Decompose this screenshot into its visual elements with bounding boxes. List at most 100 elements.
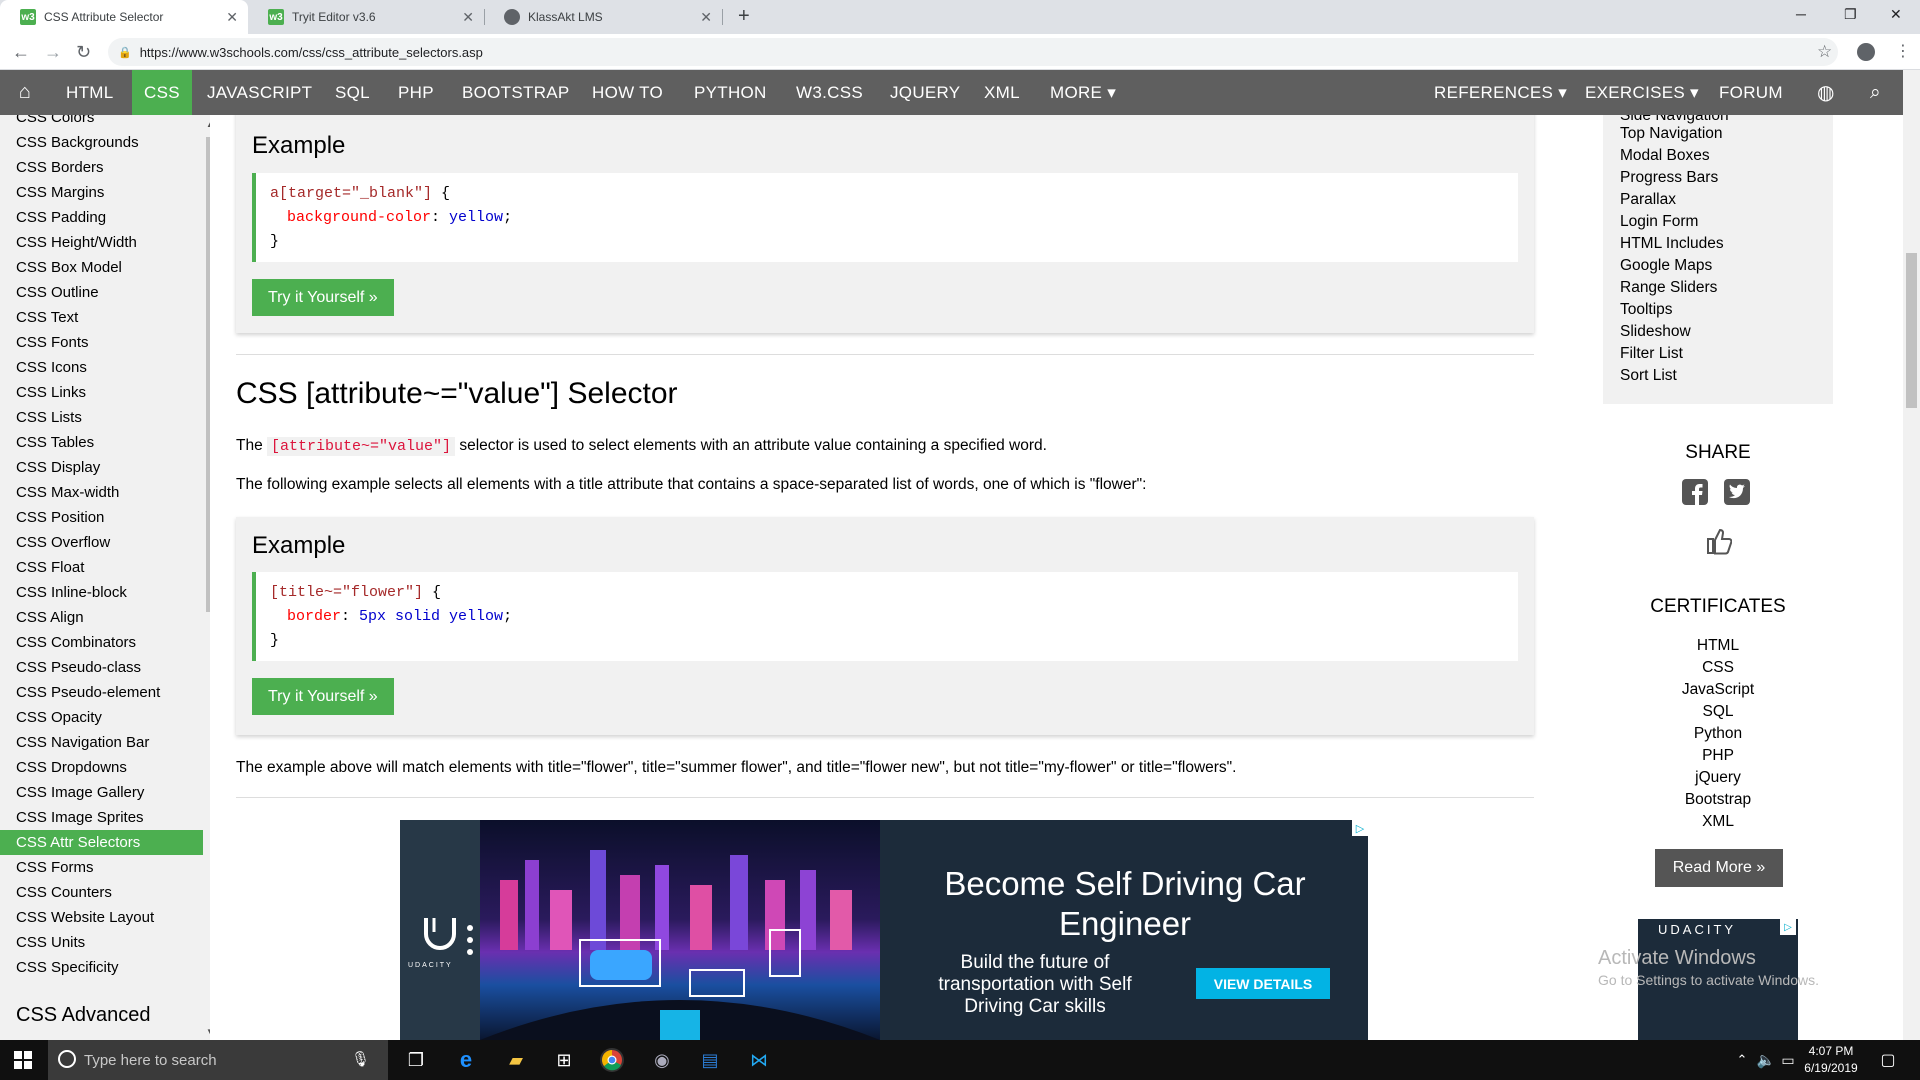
sidebar-item-css-float[interactable]: CSS Float	[0, 555, 203, 580]
certificate-link-python[interactable]: Python	[1603, 725, 1833, 743]
nav-php[interactable]: PHP	[386, 70, 446, 115]
sidebar-item-css-max-width[interactable]: CSS Max-width	[0, 480, 203, 505]
globe-icon[interactable]: ◍	[1805, 70, 1847, 115]
nav-jquery[interactable]: JQUERY	[878, 70, 972, 115]
new-tab-icon[interactable]: +	[738, 5, 750, 28]
page-scrollbar[interactable]	[1903, 70, 1920, 1040]
store-icon[interactable]: ⊞	[552, 1048, 576, 1072]
url-input[interactable]: 🔒 https://www.w3schools.com/css/css_attr…	[108, 38, 1838, 66]
nav-bootstrap[interactable]: BOOTSTRAP	[450, 70, 582, 115]
howto-link-progress-bars[interactable]: Progress Bars	[1620, 169, 1718, 187]
sidebar-item-css-overflow[interactable]: CSS Overflow	[0, 530, 203, 555]
certificate-link-css[interactable]: CSS	[1603, 659, 1833, 677]
howto-link-side-navigation[interactable]: Side Navigation	[1620, 115, 1729, 125]
tab-tryit-editor[interactable]: w3 Tryit Editor v3.6 ✕	[248, 0, 485, 34]
nav-exercises[interactable]: EXERCISES ▾	[1573, 70, 1711, 115]
task-view-icon[interactable]: ❐	[404, 1048, 428, 1072]
howto-link-range-sliders[interactable]: Range Sliders	[1620, 279, 1717, 297]
sidebar-item-css-links[interactable]: CSS Links	[0, 380, 203, 405]
twitter-icon[interactable]	[1724, 479, 1750, 505]
nav-python[interactable]: PYTHON	[682, 70, 779, 115]
sidebar-item-css-pseudo-element[interactable]: CSS Pseudo-element	[0, 680, 203, 705]
nav-how-to[interactable]: HOW TO	[580, 70, 675, 115]
sidebar-item-css-counters[interactable]: CSS Counters	[0, 880, 203, 905]
sidebar-item-css-backgrounds[interactable]: CSS Backgrounds	[0, 130, 203, 155]
certificate-link-xml[interactable]: XML	[1603, 813, 1833, 831]
sidebar-item-css-image-gallery[interactable]: CSS Image Gallery	[0, 780, 203, 805]
nav-sql[interactable]: SQL	[323, 70, 382, 115]
sidebar-item-css-text[interactable]: CSS Text	[0, 305, 203, 330]
sidebar-item-css-align[interactable]: CSS Align	[0, 605, 203, 630]
word-document-icon[interactable]: ▤	[698, 1048, 722, 1072]
nav-html[interactable]: HTML	[54, 70, 125, 115]
vscode-icon[interactable]: ⋈	[747, 1048, 771, 1072]
howto-link-parallax[interactable]: Parallax	[1620, 191, 1676, 209]
sidebar-item-css-pseudo-class[interactable]: CSS Pseudo-class	[0, 655, 203, 680]
nav-javascript[interactable]: JAVASCRIPT	[195, 70, 324, 115]
nav-xml[interactable]: XML	[972, 70, 1032, 115]
howto-link-top-navigation[interactable]: Top Navigation	[1620, 125, 1723, 143]
close-tab-icon[interactable]: ✕	[226, 9, 238, 26]
sidebar-item-css-tables[interactable]: CSS Tables	[0, 430, 203, 455]
sidebar-item-css-attr-selectors[interactable]: CSS Attr Selectors	[0, 830, 203, 855]
show-hidden-icons-icon[interactable]: ⌃	[1730, 1048, 1754, 1072]
ad-choices-icon[interactable]: ▷	[1352, 820, 1368, 836]
sidebar-item-css-dropdowns[interactable]: CSS Dropdowns	[0, 755, 203, 780]
view-details-button[interactable]: VIEW DETAILS	[1196, 968, 1330, 999]
account-avatar-icon[interactable]	[1857, 43, 1875, 61]
edge-icon[interactable]: e	[454, 1047, 478, 1072]
sidebar-item-css-icons[interactable]: CSS Icons	[0, 355, 203, 380]
close-window-icon[interactable]: ✕	[1890, 6, 1902, 23]
microphone-icon[interactable]: 🎙	[351, 1050, 370, 1068]
reload-icon[interactable]: ↻	[76, 42, 91, 63]
sidebar-item-css-navigation-bar[interactable]: CSS Navigation Bar	[0, 730, 203, 755]
sidebar-item-css-opacity[interactable]: CSS Opacity	[0, 705, 203, 730]
sidebar-item-css-combinators[interactable]: CSS Combinators	[0, 630, 203, 655]
howto-link-modal-boxes[interactable]: Modal Boxes	[1620, 147, 1710, 165]
howto-link-google-maps[interactable]: Google Maps	[1620, 257, 1712, 275]
action-center-icon[interactable]: ▢	[1876, 1048, 1900, 1072]
sidebar-item-css-specificity[interactable]: CSS Specificity	[0, 955, 203, 980]
page-scrollbar-thumb[interactable]	[1906, 253, 1917, 408]
volume-icon[interactable]: 🔈	[1754, 1048, 1778, 1072]
sidebar-item-css-position[interactable]: CSS Position	[0, 505, 203, 530]
udacity-ad-banner[interactable]: UDACITY Become Self Driving Car Engineer…	[400, 820, 1368, 1040]
sidebar-item-css-box-model[interactable]: CSS Box Model	[0, 255, 203, 280]
chrome-icon[interactable]	[600, 1048, 624, 1072]
close-tab-icon[interactable]: ✕	[700, 9, 712, 26]
sidebar-item-css-display[interactable]: CSS Display	[0, 455, 203, 480]
sidebar-item-css-padding[interactable]: CSS Padding	[0, 205, 203, 230]
windows-start-icon[interactable]	[14, 1051, 32, 1069]
sidebar-item-css-image-sprites[interactable]: CSS Image Sprites	[0, 805, 203, 830]
sidebar-item-css-colors[interactable]: CSS Colors	[0, 115, 203, 130]
minimize-icon[interactable]: ─	[1796, 6, 1806, 22]
ad-choices-icon[interactable]: ▷	[1780, 919, 1796, 935]
tab-klassakt-lms[interactable]: KlassAkt LMS ✕	[484, 0, 723, 34]
back-arrow-icon[interactable]: ←	[12, 42, 30, 63]
nav-references[interactable]: REFERENCES ▾	[1422, 70, 1579, 115]
tab-css-attribute-selector[interactable]: w3 CSS Attribute Selector ✕	[0, 0, 248, 34]
certificate-link-html[interactable]: HTML	[1603, 637, 1833, 655]
certificate-link-php[interactable]: PHP	[1603, 747, 1833, 765]
nav-css[interactable]: CSS	[132, 70, 192, 115]
howto-link-slideshow[interactable]: Slideshow	[1620, 323, 1691, 341]
file-explorer-icon[interactable]: ▰	[504, 1048, 528, 1072]
browser-menu-icon[interactable]: ⋮	[1895, 41, 1911, 61]
howto-link-login-form[interactable]: Login Form	[1620, 213, 1698, 231]
taskbar-search-input[interactable]: Type here to search 🎙	[48, 1040, 388, 1080]
certificate-link-sql[interactable]: SQL	[1603, 703, 1833, 721]
certificate-link-bootstrap[interactable]: Bootstrap	[1603, 791, 1833, 809]
forward-arrow-icon[interactable]: →	[44, 42, 62, 63]
nav-more[interactable]: MORE ▾	[1038, 70, 1128, 115]
howto-link-html-includes[interactable]: HTML Includes	[1620, 235, 1724, 253]
read-more-button[interactable]: Read More »	[1655, 849, 1783, 887]
thumbs-up-icon[interactable]	[1706, 527, 1732, 555]
howto-link-filter-list[interactable]: Filter List	[1620, 345, 1683, 363]
try-it-yourself-button[interactable]: Try it Yourself »	[252, 678, 394, 715]
nav-forum[interactable]: FORUM	[1707, 70, 1795, 115]
nav-w3css[interactable]: W3.CSS	[784, 70, 875, 115]
taskbar-clock[interactable]: 4:07 PM 6/19/2019	[1796, 1043, 1866, 1077]
howto-link-sort-list[interactable]: Sort List	[1620, 367, 1677, 385]
sidebar-item-css-units[interactable]: CSS Units	[0, 930, 203, 955]
close-tab-icon[interactable]: ✕	[462, 9, 474, 26]
